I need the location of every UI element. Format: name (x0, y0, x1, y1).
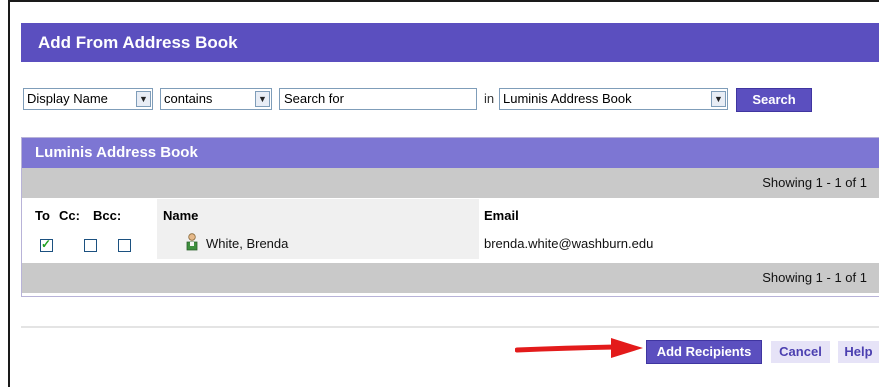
contact-name[interactable]: White, Brenda (206, 236, 288, 251)
col-header-bcc: Bcc: (93, 208, 122, 223)
field-select[interactable]: Display Name ▼ (23, 88, 153, 110)
field-select-value: Display Name (27, 91, 108, 106)
add-recipients-button[interactable]: Add Recipients (646, 340, 762, 364)
col-header-cc: Cc: (59, 208, 80, 223)
address-book-select[interactable]: Luminis Address Book ▼ (499, 88, 728, 110)
col-header-name: Name (163, 208, 199, 223)
person-icon (186, 233, 198, 251)
col-header-to: To (35, 208, 50, 223)
chevron-down-icon: ▼ (255, 91, 270, 107)
cancel-button[interactable]: Cancel (771, 341, 830, 363)
chevron-down-icon: ▼ (136, 91, 151, 107)
annotation-arrow-icon (515, 338, 643, 358)
operator-select[interactable]: contains ▼ (160, 88, 272, 110)
address-book-select-value: Luminis Address Book (503, 91, 632, 106)
results-panel: Luminis Address Book Showing 1 - 1 of 1 … (21, 137, 879, 297)
cc-checkbox[interactable] (84, 239, 97, 252)
results-panel-title: Luminis Address Book (22, 138, 879, 168)
to-checkbox[interactable] (40, 237, 53, 252)
results-count-bottom: Showing 1 - 1 of 1 (22, 263, 879, 293)
dialog-title: Add From Address Book (21, 23, 879, 62)
search-button[interactable]: Search (736, 88, 812, 112)
in-label: in (484, 91, 495, 106)
bcc-checkbox[interactable] (118, 239, 131, 252)
results-count-top: Showing 1 - 1 of 1 (22, 168, 879, 198)
operator-select-value: contains (164, 91, 213, 106)
help-button[interactable]: Help (838, 341, 879, 363)
col-header-email: Email (484, 208, 519, 223)
search-input[interactable]: Search for (279, 88, 477, 110)
footer-divider (21, 326, 879, 328)
chevron-down-icon: ▼ (711, 91, 726, 107)
contact-email: brenda.white@washburn.edu (484, 236, 654, 251)
